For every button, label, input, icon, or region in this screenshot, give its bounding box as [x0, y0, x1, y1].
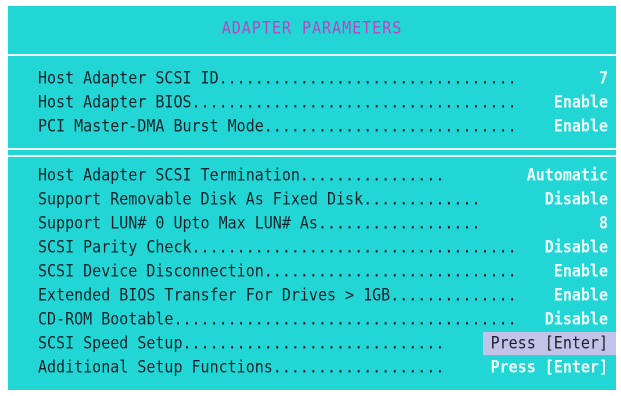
setting-row-scsi-speed-setup[interactable]: SCSI Speed Setup........................…	[38, 331, 616, 356]
page-title: ADAPTER PARAMETERS	[221, 17, 403, 39]
setting-row-scsi-parity-check[interactable]: SCSI Parity Check.......................…	[38, 236, 608, 259]
setting-row-lun-upto-max[interactable]: Support LUN# 0 Upto Max LUN# As.........…	[38, 212, 608, 235]
setting-value[interactable]: Enable	[554, 259, 608, 284]
setting-row-cd-rom-bootable[interactable]: CD-ROM Bootable.........................…	[38, 308, 608, 331]
divider	[8, 155, 616, 157]
setting-label: Support Removable Disk As Fixed Disk....…	[38, 189, 481, 209]
setting-label: CD-ROM Bootable.........................…	[38, 309, 517, 329]
setting-value[interactable]: Disable	[545, 307, 608, 332]
setting-label: SCSI Speed Setup........................…	[38, 333, 445, 353]
setting-value[interactable]: 8	[599, 211, 608, 236]
setting-row-scsi-termination[interactable]: Host Adapter SCSI Termination...........…	[38, 164, 608, 187]
setting-row-removable-disk-as-fixed[interactable]: Support Removable Disk As Fixed Disk....…	[38, 188, 608, 211]
setting-label: PCI Master-DMA Burst Mode...............…	[38, 116, 517, 136]
setting-value[interactable]: Enable	[554, 114, 608, 139]
setting-label: SCSI Device Disconnection...............…	[38, 261, 517, 281]
setting-value[interactable]: 7	[599, 66, 608, 91]
setting-label: Additional Setup Functions..............…	[38, 357, 445, 377]
divider	[8, 54, 616, 56]
divider	[8, 148, 616, 150]
press-enter-button[interactable]: Press [Enter]	[491, 355, 608, 380]
setting-label: Host Adapter SCSI ID....................…	[38, 68, 517, 88]
setting-row-scsi-device-disconnection[interactable]: SCSI Device Disconnection...............…	[38, 260, 608, 283]
setting-value[interactable]: Automatic	[527, 163, 608, 188]
setting-label: SCSI Parity Check.......................…	[38, 237, 517, 257]
setting-row-pci-master-dma-burst-mode[interactable]: PCI Master-DMA Burst Mode...............…	[38, 115, 608, 138]
setting-label: Support LUN# 0 Upto Max LUN# As.........…	[38, 213, 481, 233]
setting-row-extended-bios-transfer[interactable]: Extended BIOS Transfer For Drives > 1GB.…	[38, 284, 608, 307]
setting-value[interactable]: Disable	[545, 187, 608, 212]
bios-screen: ADAPTER PARAMETERS Host Adapter SCSI ID.…	[8, 6, 616, 390]
setting-value[interactable]: Enable	[554, 90, 608, 115]
press-enter-button[interactable]: Press [Enter]	[482, 331, 616, 356]
setting-label: Host Adapter BIOS.......................…	[38, 92, 517, 112]
setting-row-additional-setup-functions[interactable]: Additional Setup Functions..............…	[38, 356, 608, 379]
setting-value[interactable]: Disable	[545, 235, 608, 260]
setting-row-host-adapter-scsi-id[interactable]: Host Adapter SCSI ID....................…	[38, 67, 608, 90]
setting-row-host-adapter-bios[interactable]: Host Adapter BIOS.......................…	[38, 91, 608, 114]
setting-label: Host Adapter SCSI Termination...........…	[38, 165, 445, 185]
setting-value[interactable]: Enable	[554, 283, 608, 308]
setting-label: Extended BIOS Transfer For Drives > 1GB.…	[38, 285, 517, 305]
